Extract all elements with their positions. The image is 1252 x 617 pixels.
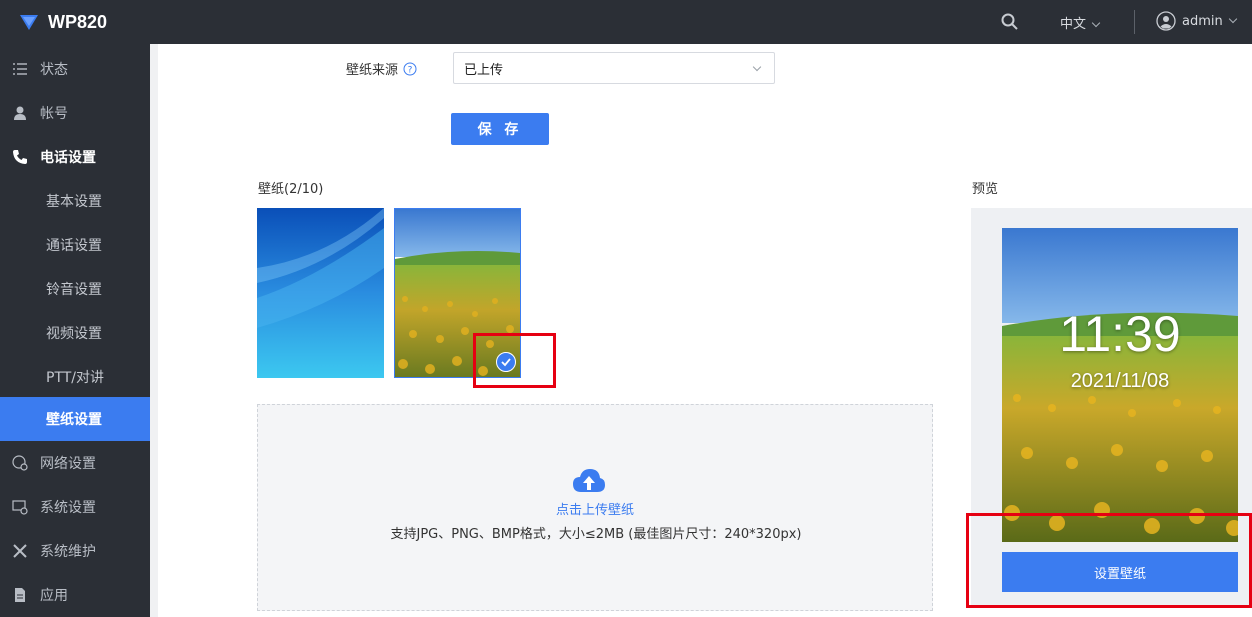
cloud-upload-icon — [573, 469, 605, 492]
save-button[interactable]: 保 存 — [451, 113, 549, 145]
wallpaper-source-label-text: 壁纸来源 — [346, 63, 399, 78]
sidebar-item-label: 系统维护 — [40, 544, 96, 560]
sidebar-item-video-settings[interactable]: 视频设置 — [0, 311, 150, 355]
sidebar-item-phone-settings[interactable]: 电话设置 — [0, 135, 150, 179]
sidebar-item-label: 壁纸设置 — [46, 412, 102, 428]
wallpaper-thumbnail-default[interactable] — [257, 208, 384, 378]
sidebar-item-basic-settings[interactable]: 基本设置 — [0, 179, 150, 223]
grandstream-logo-icon — [20, 15, 38, 30]
phone-icon — [12, 149, 28, 165]
sidebar-item-label: 电话设置 — [40, 150, 96, 166]
sidebar: 状态 帐号 电话设置 基本设置 通话设置 铃音设置 视频设置 PTT/对讲 壁纸… — [0, 44, 150, 617]
chevron-down-icon — [1228, 14, 1237, 24]
sidebar-item-network-settings[interactable]: 网络设置 — [0, 441, 150, 485]
language-label: 中文 — [1060, 17, 1087, 32]
sidebar-item-maintenance[interactable]: 系统维护 — [0, 529, 150, 573]
user-icon — [12, 105, 28, 121]
user-name: admin — [1182, 13, 1223, 29]
user-menu[interactable]: admin — [1156, 11, 1237, 31]
sidebar-item-ptt[interactable]: PTT/对讲 — [0, 355, 150, 399]
chevron-down-icon — [752, 62, 762, 72]
sidebar-item-label: 帐号 — [40, 106, 68, 122]
highlight-box-set-wallpaper — [966, 513, 1252, 608]
sidebar-item-label: 铃音设置 — [46, 282, 102, 298]
content-gutter — [150, 44, 158, 617]
sidebar-item-label: 网络设置 — [40, 456, 96, 472]
wallpaper-gallery-title: 壁纸(2/10) — [258, 182, 324, 197]
tools-icon — [12, 543, 28, 559]
preview-clock-time: 11:39 — [1059, 306, 1181, 362]
wallpaper-source-value: 已上传 — [464, 62, 504, 78]
wallpaper-image-blue — [257, 208, 384, 378]
document-icon — [12, 587, 28, 603]
sidebar-item-apps[interactable]: 应用 — [0, 573, 150, 617]
svg-text:?: ? — [408, 65, 413, 75]
sidebar-item-status[interactable]: 状态 — [0, 47, 150, 91]
upload-hint: 支持JPG、PNG、BMP格式，大小≤2MB (最佳图片尺寸：240*320px… — [390, 527, 802, 542]
sidebar-item-label: 视频设置 — [46, 326, 102, 342]
sidebar-item-label: PTT/对讲 — [46, 370, 105, 386]
sidebar-item-label: 基本设置 — [46, 194, 102, 210]
network-icon — [12, 455, 28, 471]
preview-title: 预览 — [972, 182, 999, 197]
list-icon — [12, 61, 28, 77]
highlight-box-selected-wallpaper — [473, 333, 556, 388]
app-title: WP820 — [48, 11, 108, 32]
help-icon[interactable]: ? — [403, 62, 417, 76]
sidebar-item-account[interactable]: 帐号 — [0, 91, 150, 135]
divider — [1134, 10, 1135, 34]
sidebar-item-label: 状态 — [40, 62, 68, 78]
preview-clock-date: 2021/11/08 — [1070, 370, 1170, 392]
wallpaper-source-label: 壁纸来源 ? — [346, 59, 417, 78]
avatar-icon — [1156, 11, 1176, 31]
search-icon[interactable] — [1000, 12, 1020, 32]
top-bar: WP820 中文 admin — [0, 0, 1252, 44]
sidebar-item-label: 应用 — [40, 588, 68, 604]
sidebar-item-call-settings[interactable]: 通话设置 — [0, 223, 150, 267]
sidebar-item-label: 通话设置 — [46, 238, 102, 254]
chevron-down-icon — [1091, 18, 1101, 28]
language-selector[interactable]: 中文 — [1060, 13, 1101, 32]
logo: WP820 — [18, 10, 107, 34]
sidebar-item-ringtone-settings[interactable]: 铃音设置 — [0, 267, 150, 311]
sidebar-item-wallpaper-settings[interactable]: 壁纸设置 — [0, 397, 150, 441]
wallpaper-source-select[interactable]: 已上传 — [453, 52, 775, 84]
